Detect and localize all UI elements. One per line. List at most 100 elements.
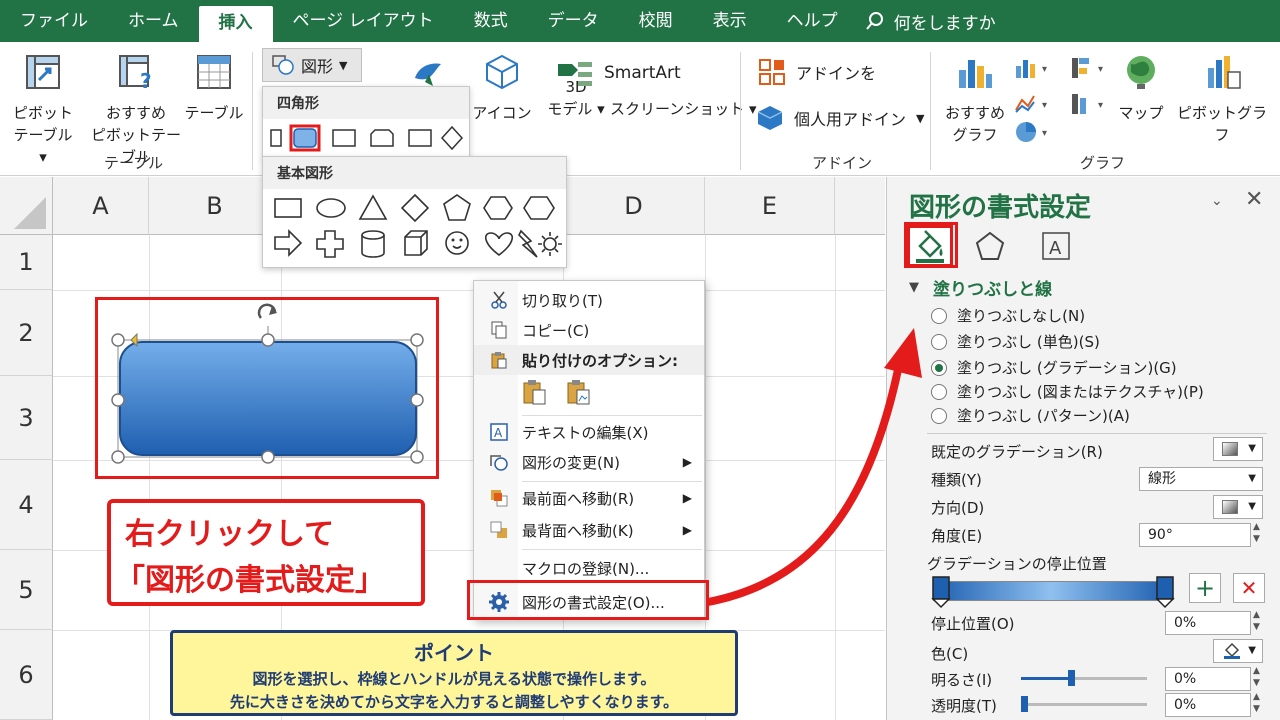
map-button[interactable]: マップ [1116, 52, 1166, 124]
close-icon[interactable]: ✕ [1245, 187, 1263, 212]
svg-text:A: A [494, 426, 503, 440]
menu-item-copy[interactable]: コピー(C) [474, 315, 704, 345]
3d-models-label-2: モデル ▾ [547, 100, 605, 118]
brightness-input[interactable]: 0% [1165, 667, 1251, 691]
recommended-pivot-icon: ? [119, 55, 152, 93]
selected-rounded-rectangle[interactable] [105, 300, 435, 472]
smartart-button[interactable]: SmartArt [556, 58, 681, 88]
angle-input[interactable]: 90° [1139, 523, 1251, 547]
column-chart-icon[interactable]: ▾ [1014, 56, 1054, 80]
tab-view[interactable]: 表示 [693, 0, 767, 42]
section-fill-and-line[interactable]: ▼ 塗りつぶしと線 [909, 275, 1052, 300]
line-chart-icon[interactable]: ▾ [1014, 92, 1054, 116]
send-to-back-label: 最背面へ移動(K) [522, 521, 634, 540]
gradient-stops-bar[interactable] [933, 581, 1169, 601]
pivot-table-button[interactable]: ピボット テーブル ▾ [8, 52, 78, 168]
paste-options-header: 貼り付けのオプション: [474, 345, 704, 375]
pane-options-chevron-icon[interactable]: ⌄ [1211, 193, 1223, 209]
size-properties-tab-icon[interactable]: A [1039, 229, 1073, 263]
recommended-charts-button[interactable]: おすすめ グラフ [942, 52, 1008, 146]
brightness-spinner[interactable]: ▲ ▼ [1253, 665, 1260, 689]
stacked-bar-icon[interactable]: ▾ [1070, 92, 1110, 116]
type-value: 線形 [1148, 471, 1176, 487]
gradient-stop-handle-right[interactable] [1155, 575, 1175, 609]
stop-position-spinner[interactable]: ▲ ▼ [1253, 609, 1260, 633]
column-header-a[interactable]: A [53, 177, 149, 235]
type-select[interactable]: 線形 ▼ [1139, 467, 1263, 491]
transparency-spinner[interactable]: ▲ ▼ [1253, 691, 1260, 715]
bar-chart-icon[interactable]: ▾ [1070, 56, 1110, 80]
menu-item-change-shape[interactable]: 図形の変更(N) ▶ [474, 447, 704, 477]
get-addins-button[interactable]: アドインを [758, 58, 876, 86]
personal-addins-button[interactable]: 個人用アドイン ▼ [756, 104, 924, 132]
paste-keep-format-icon[interactable] [520, 377, 550, 407]
row-header-3[interactable]: 3 [0, 376, 53, 460]
preset-gradient-picker[interactable]: ▼ [1213, 437, 1263, 461]
chevron-down-icon: ▼ [1248, 501, 1256, 512]
recommended-pivot-button[interactable]: ? おすすめ ピボットテーブル [84, 52, 188, 168]
column-header-f[interactable] [835, 177, 885, 235]
row-header-1[interactable]: 1 [0, 235, 53, 290]
tab-page-layout[interactable]: ページ レイアウト [273, 0, 454, 42]
effects-tab-pentagon-icon[interactable] [973, 229, 1007, 263]
tell-me-search[interactable]: 何をしますか [864, 9, 996, 34]
shapes-icon [272, 55, 294, 75]
table-label: テーブル [184, 104, 244, 122]
fill-option-solid[interactable]: 塗りつぶし (単色)(S) [931, 331, 1100, 352]
menu-divider [522, 481, 702, 482]
transparency-input[interactable]: 0% [1165, 693, 1251, 717]
menu-item-assign-macro[interactable]: マクロの登録(N)... [474, 553, 704, 583]
fill-option-picture[interactable]: 塗りつぶし (図またはテクスチャ)(P) [931, 381, 1204, 402]
submenu-arrow-icon: ▶ [682, 523, 692, 537]
menu-item-bring-to-front[interactable]: 最前面へ移動(R) ▶ [474, 483, 704, 513]
row-header-5[interactable]: 5 [0, 550, 53, 630]
menu-item-cut[interactable]: 切り取り(T) [474, 285, 704, 315]
basic-shapes-grid[interactable] [269, 191, 563, 265]
tab-insert[interactable]: 挿入 [198, 6, 273, 42]
brightness-value: 0% [1174, 671, 1197, 687]
table-button[interactable]: テーブル [184, 52, 244, 124]
fill-option-gradient[interactable]: 塗りつぶし (グラデーション)(G) [931, 357, 1177, 378]
transparency-slider-thumb[interactable] [1021, 696, 1028, 712]
row-header-4[interactable]: 4 [0, 460, 53, 550]
screenshot-button[interactable]: スクリーンショット ▾ [610, 98, 757, 119]
fill-tab-highlight [904, 222, 958, 268]
tab-data[interactable]: データ [528, 0, 619, 42]
brightness-slider-thumb[interactable] [1068, 670, 1075, 686]
pie-chart-icon[interactable]: ▾ [1014, 120, 1054, 144]
tab-file[interactable]: ファイル [0, 0, 108, 42]
svg-text:▾: ▾ [1042, 128, 1047, 139]
column-header-e[interactable]: E [705, 177, 835, 235]
color-picker[interactable]: ▼ [1213, 639, 1263, 663]
fill-option-pattern[interactable]: 塗りつぶし (パターン)(A) [931, 405, 1130, 426]
shapes-button[interactable]: 図形 ▼ [262, 48, 362, 82]
copy-label: コピー(C) [522, 321, 590, 340]
pivot-chart-button[interactable]: ピボットグラフ [1172, 52, 1272, 146]
tab-review[interactable]: 校閲 [619, 0, 693, 42]
tab-help[interactable]: ヘルプ [767, 0, 858, 42]
fill-option-none[interactable]: 塗りつぶしなし(N) [931, 305, 1085, 326]
fill-option-label: 塗りつぶしなし(N) [957, 307, 1086, 325]
column-header-d[interactable]: D [563, 177, 705, 235]
pivot-table-label-1: ピボット [12, 104, 73, 122]
assign-macro-label: マクロの登録(N)... [522, 559, 650, 578]
stop-position-input[interactable]: 0% [1165, 611, 1251, 635]
ribbon-separator [252, 52, 253, 170]
rectangle-shapes-row[interactable] [269, 123, 465, 153]
transparency-slider-track[interactable] [1021, 703, 1147, 706]
tab-home[interactable]: ホーム [108, 0, 199, 42]
add-stop-button[interactable]: + [1189, 573, 1221, 603]
select-all-corner[interactable] [0, 177, 53, 235]
paste-picture-icon[interactable] [564, 377, 594, 407]
menu-item-edit-text[interactable]: A テキストの編集(X) [474, 417, 704, 447]
svg-text:?: ? [140, 69, 152, 92]
tab-formulas[interactable]: 数式 [454, 0, 528, 42]
row-header-6[interactable]: 6 [0, 630, 53, 720]
remove-stop-button[interactable]: ✕ [1233, 573, 1265, 603]
paste-option-buttons [520, 377, 594, 407]
angle-spinner[interactable]: ▲ ▼ [1253, 521, 1260, 545]
row-header-2[interactable]: 2 [0, 290, 53, 376]
menu-item-send-to-back[interactable]: 最背面へ移動(K) ▶ [474, 515, 704, 545]
icons-button[interactable]: アイコン [472, 52, 532, 124]
direction-picker[interactable]: ▼ [1213, 495, 1263, 519]
